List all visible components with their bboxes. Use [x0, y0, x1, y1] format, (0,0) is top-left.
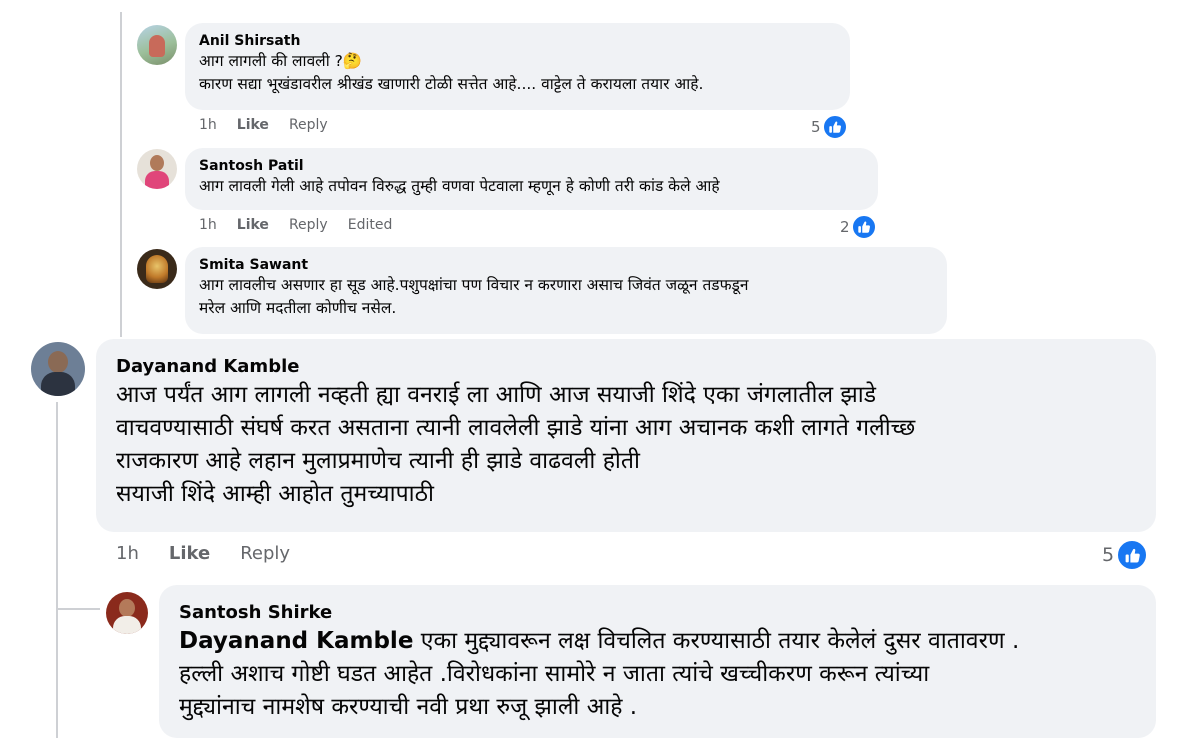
comment-author[interactable]: Anil Shirsath	[199, 33, 836, 50]
comment-actions: 1h Like Reply	[116, 543, 290, 564]
comment-text-line: मरेल आणि मदतीला कोणीच नसेल.	[199, 299, 397, 317]
avatar[interactable]	[106, 592, 148, 634]
comment-timestamp[interactable]: 1h	[116, 543, 139, 564]
like-button[interactable]: Like	[169, 543, 210, 564]
comment-text-line: आज पर्यंत आग लागली नव्हती ह्या वनराई ला …	[116, 382, 877, 408]
comment-bubble: Santosh Patil आग लावली गेली आहे तपोवन वि…	[185, 148, 878, 210]
reaction-count-value: 5	[811, 118, 821, 136]
avatar-body	[145, 171, 169, 189]
thread-line-nested	[120, 12, 122, 337]
comment-text-line: कारण सद्या भूखंडावरील श्रीखंड खाणारी टोळ…	[199, 75, 704, 93]
avatar-body	[113, 616, 141, 634]
comment-text-line: मुद्द्यांनाच नामशेष करण्याची नवी प्रथा र…	[179, 694, 638, 720]
thumbs-up-icon	[850, 214, 877, 240]
comment-timestamp[interactable]: 1h	[199, 217, 217, 233]
comment-author[interactable]: Santosh Patil	[199, 158, 864, 175]
like-button[interactable]: Like	[237, 217, 269, 233]
comment-text-fragment: एका मुद्द्यावरून लक्ष विचलित करण्यासाठी …	[420, 628, 1020, 654]
avatar[interactable]	[137, 249, 177, 289]
comment-text-line: सयाजी शिंदे आम्ही आहोत तुमच्यापाठी	[116, 481, 434, 507]
comment-author[interactable]: Santosh Shirke	[179, 601, 1136, 625]
comment-text-line: आग लागली की लावली ?🤔	[199, 52, 363, 70]
reaction-count-value: 2	[840, 218, 850, 236]
comment-actions: 1h Like Reply	[199, 117, 328, 133]
comment-text-line: आग लावलीच असणार हा सूड आहे.पशुपक्षांचा प…	[199, 276, 749, 294]
thumbs-up-icon	[821, 114, 848, 140]
like-button[interactable]: Like	[237, 117, 269, 133]
avatar-body	[41, 372, 75, 396]
comment-author[interactable]: Dayanand Kamble	[116, 355, 1136, 379]
comment-text-line: हल्ली अशाच गोष्टी घडत आहेत .विरोधकांना स…	[179, 661, 930, 687]
avatar-figure	[149, 35, 165, 57]
comment-bubble: Dayanand Kamble आज पर्यंत आग लागली नव्हत…	[96, 339, 1156, 532]
thread-line-main	[56, 402, 58, 738]
reaction-count[interactable]: 2	[840, 214, 877, 240]
avatar[interactable]	[137, 25, 177, 65]
reply-button[interactable]: Reply	[240, 543, 290, 564]
comment-bubble: Smita Sawant आग लावलीच असणार हा सूड आहे.…	[185, 247, 947, 334]
comment-actions: 1h Like Reply Edited	[199, 217, 392, 233]
comment-text-line: Dayanand Kamble एका मुद्द्यावरून लक्ष वि…	[179, 625, 1136, 658]
avatar[interactable]	[137, 149, 177, 189]
reply-button[interactable]: Reply	[289, 217, 328, 233]
comment-text-line: राजकारण आहे लहान मुलाप्रमाणेच त्यानी ही …	[116, 448, 640, 474]
comment-text-line: आग लावली गेली आहे तपोवन विरुद्ध तुम्ही व…	[199, 177, 720, 195]
avatar-head	[150, 155, 164, 171]
reaction-count-value: 5	[1102, 544, 1115, 566]
reply-button[interactable]: Reply	[289, 117, 328, 133]
avatar-head	[48, 351, 68, 373]
mention-link[interactable]: Dayanand Kamble	[179, 628, 413, 654]
comment-bubble: Santosh Shirke Dayanand Kamble एका मुद्द…	[159, 585, 1156, 738]
comment-text-line: वाचवण्यासाठी संघर्ष करत असताना त्यानी ला…	[116, 415, 916, 441]
comment-bubble: Anil Shirsath आग लागली की लावली ?🤔 कारण …	[185, 23, 850, 110]
avatar-figure	[146, 255, 168, 283]
thread-line-reply-elbow	[56, 608, 100, 610]
avatar[interactable]	[31, 342, 85, 396]
avatar-head	[119, 599, 135, 617]
thumbs-up-icon	[1116, 539, 1149, 571]
reaction-count[interactable]: 5	[811, 114, 848, 140]
comment-timestamp[interactable]: 1h	[199, 117, 217, 133]
reaction-count[interactable]: 5	[1102, 539, 1149, 571]
edited-label[interactable]: Edited	[348, 217, 393, 233]
comment-author[interactable]: Smita Sawant	[199, 257, 933, 274]
